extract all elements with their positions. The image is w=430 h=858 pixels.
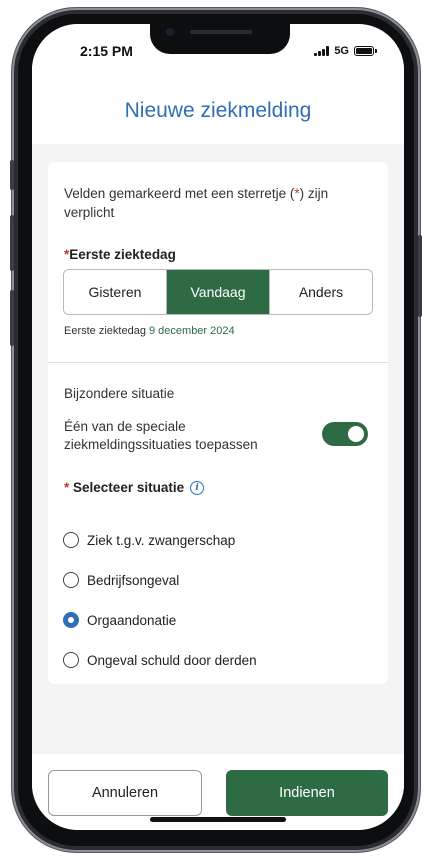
radio-option-orgaandonatie[interactable]: Orgaandonatie xyxy=(63,612,176,628)
first-day-segmented-control: Gisteren Vandaag Anders xyxy=(63,269,373,315)
required-star: * xyxy=(64,480,70,495)
battery-level xyxy=(356,48,372,54)
select-situation-label-text: Selecteer situatie xyxy=(73,480,185,495)
info-icon[interactable]: i xyxy=(190,480,205,495)
speaker-icon xyxy=(190,30,252,34)
power-button xyxy=(418,235,422,317)
section-divider xyxy=(48,362,388,363)
first-day-label-text: Eerste ziektedag xyxy=(69,247,176,262)
status-time: 2:15 PM xyxy=(80,43,133,59)
camera-icon xyxy=(166,28,174,36)
radio-option-bedrijfsongeval[interactable]: Bedrijfsongeval xyxy=(63,572,179,588)
home-indicator[interactable] xyxy=(150,817,286,822)
segment-vandaag[interactable]: Vandaag xyxy=(167,270,270,314)
first-day-summary-label: Eerste ziektedag xyxy=(64,325,146,337)
mute-switch xyxy=(10,160,14,190)
required-note-text: Velden gemarkeerd met een sterretje ( xyxy=(64,186,295,201)
page-title: Nieuwe ziekmelding xyxy=(124,99,312,122)
cancel-button[interactable]: Annuleren xyxy=(48,770,202,816)
form-card: Velden gemarkeerd met een sterretje (*) … xyxy=(48,162,388,684)
radio-option-zwangerschap[interactable]: Ziek t.g.v. zwangerschap xyxy=(63,532,235,548)
signal-icon xyxy=(314,46,330,56)
notch xyxy=(150,24,290,54)
special-situation-toggle[interactable] xyxy=(322,422,368,446)
radio-option-ongeval-derden[interactable]: Ongeval schuld door derden xyxy=(63,652,257,668)
network-type: 5G xyxy=(334,45,349,57)
required-fields-note: Velden gemarkeerd met een sterretje (*) … xyxy=(64,184,364,222)
radio-button[interactable] xyxy=(63,572,79,588)
phone-screen: 2:15 PM 5G Nieuwe ziekmelding Velden gem… xyxy=(32,24,404,830)
first-day-summary: Eerste ziektedag 9 december 2024 xyxy=(64,325,235,337)
page-header: Nieuwe ziekmelding xyxy=(32,78,404,144)
battery-icon xyxy=(354,46,377,56)
first-day-summary-date: 9 december 2024 xyxy=(149,325,235,337)
action-footer: Annuleren Indienen xyxy=(32,754,404,830)
radio-label: Orgaandonatie xyxy=(87,612,177,628)
status-bar: 2:15 PM 5G xyxy=(32,24,404,78)
volume-up-button xyxy=(10,215,14,271)
radio-button[interactable] xyxy=(63,612,79,628)
select-situation-label: * Selecteer situatie i xyxy=(64,480,205,495)
radio-button[interactable] xyxy=(63,652,79,668)
radio-label: Ongeval schuld door derden xyxy=(87,652,257,668)
submit-button[interactable]: Indienen xyxy=(226,770,388,816)
segment-gisteren[interactable]: Gisteren xyxy=(64,270,167,314)
special-situation-toggle-label: Één van de speciale ziekmeldingssituatie… xyxy=(64,419,258,452)
volume-down-button xyxy=(10,290,14,346)
first-day-label: *Eerste ziektedag xyxy=(64,247,176,262)
radio-label: Ziek t.g.v. zwangerschap xyxy=(87,532,236,548)
segment-anders[interactable]: Anders xyxy=(270,270,372,314)
radio-button[interactable] xyxy=(63,532,79,548)
toggle-knob xyxy=(348,426,364,442)
status-icons: 5G xyxy=(314,45,377,57)
special-situation-title: Bijzondere situatie xyxy=(64,386,175,401)
radio-label: Bedrijfsongeval xyxy=(87,572,180,588)
